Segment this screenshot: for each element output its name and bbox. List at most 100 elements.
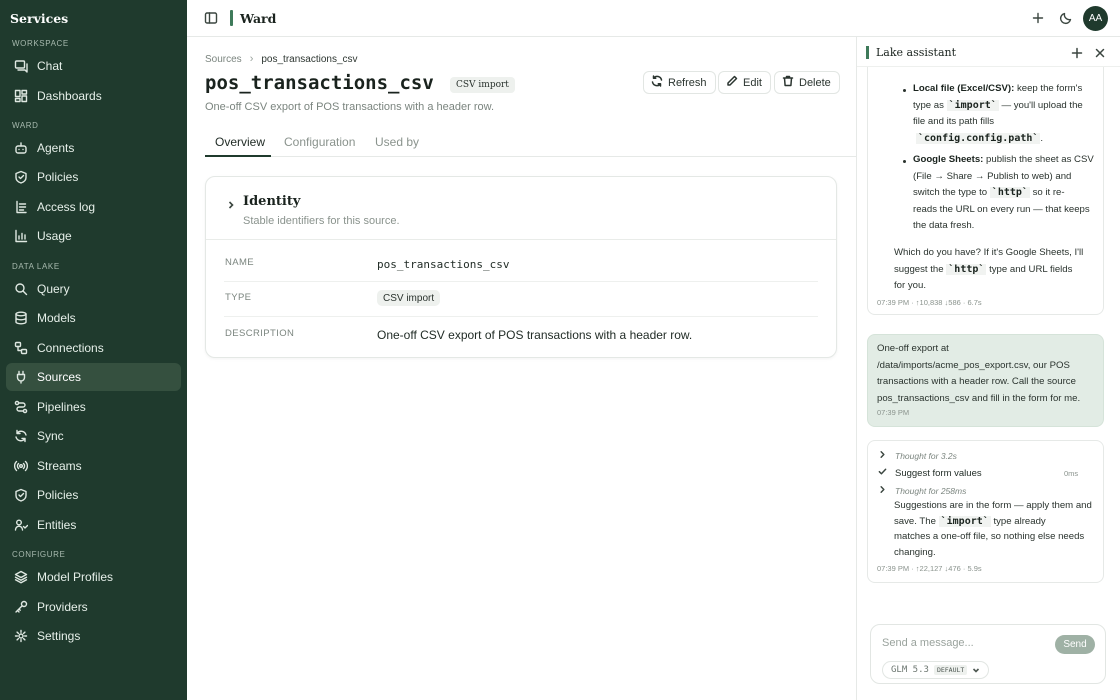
section-configure: CONFIGURE <box>12 550 66 559</box>
assistant-title: Lake assistant <box>876 46 957 59</box>
sidebar-item-model-profiles[interactable]: Model Profiles <box>6 563 181 591</box>
chat-icon <box>14 59 28 73</box>
refresh-button[interactable]: Refresh <box>643 71 716 94</box>
sidebar-item-streams[interactable]: Streams <box>6 452 181 480</box>
field-label: DESCRIPTION <box>225 328 295 339</box>
card-title[interactable]: Identity <box>243 194 300 209</box>
sidebar-item-label: Access log <box>37 200 96 214</box>
section-data-lake: DATA LAKE <box>12 262 60 271</box>
sidebar-item-connections[interactable]: Connections <box>6 334 181 362</box>
avatar[interactable]: AA <box>1083 6 1108 31</box>
edit-button[interactable]: Edit <box>718 71 771 94</box>
field-value: One-off CSV export of POS transactions w… <box>377 328 693 342</box>
tab-overview[interactable]: Overview <box>215 135 265 149</box>
sidebar-item-label: Policies <box>37 170 79 184</box>
sidebar-item-label: Chat <box>37 59 63 73</box>
workspace-title: Ward <box>240 11 277 26</box>
field-label: TYPE <box>225 292 252 303</box>
search-icon <box>14 282 28 296</box>
sidebar-item-entities[interactable]: Entities <box>6 511 181 539</box>
page-title: pos_transactions_csv <box>205 72 434 94</box>
send-button[interactable]: Send <box>1055 635 1095 654</box>
sidebar-item-dashboards[interactable]: Dashboards <box>6 82 181 110</box>
thought-step[interactable]: Thought for 258ms <box>878 485 966 496</box>
bar-chart-icon <box>14 229 28 243</box>
model-selector[interactable]: GLM 5.3 DEFAULT <box>882 661 990 679</box>
assistant-header: Lake assistant <box>857 37 1120 67</box>
sidebar-item-label: Agents <box>37 141 75 155</box>
sidebar-item-label: Sources <box>37 370 82 384</box>
chevron-right-icon: › <box>249 53 254 65</box>
moon-icon[interactable] <box>1059 11 1073 25</box>
sidebar-item-models[interactable]: Models <box>6 304 181 332</box>
chevron-right-icon[interactable] <box>226 197 236 209</box>
message-text: One-off export at /data/imports/acme_pos… <box>877 343 1081 404</box>
message-input[interactable] <box>882 634 1042 652</box>
breadcrumb-current: pos_transactions_csv <box>261 53 358 65</box>
sidebar-item-label: Usage <box>37 229 72 243</box>
sidebar-item-policies[interactable]: Policies <box>6 163 181 191</box>
thought-step[interactable]: Thought for 3.2s <box>878 450 957 461</box>
message-time: 07:39 PM <box>877 408 910 417</box>
message-text: Google Sheets: publish the sheet as CSV … <box>913 154 1094 231</box>
sidebar-item-agents[interactable]: Agents <box>6 134 181 162</box>
card-subtitle: Stable identifiers for this source. <box>243 215 400 227</box>
grid-icon <box>14 89 28 103</box>
tab-bar: Overview Configuration Used by <box>205 127 856 157</box>
sync-icon <box>14 429 28 443</box>
message-meta: 07:39 PM · ↑10,838 ↓586 · 6.7s <box>877 298 982 307</box>
sidebar-item-pipelines[interactable]: Pipelines <box>6 393 181 421</box>
sidebar-item-settings[interactable]: Settings <box>6 622 181 650</box>
sidebar-item-chat[interactable]: Chat <box>6 52 181 80</box>
refresh-icon <box>651 75 663 90</box>
sidebar-item-query[interactable]: Query <box>6 275 181 303</box>
type-badge: CSV import <box>450 77 515 93</box>
tab-used-by[interactable]: Used by <box>375 135 419 149</box>
breadcrumb-sources-link[interactable]: Sources <box>205 54 242 65</box>
main-content: Sources › pos_transactions_csv pos_trans… <box>187 37 856 700</box>
field-row-type: TYPE CSV import <box>224 282 818 317</box>
sidebar-item-label: Model Profiles <box>37 570 114 584</box>
sidebar-item-label: Entities <box>37 518 77 532</box>
section-ward: WARD <box>12 121 39 130</box>
sidebar-item-sources[interactable]: Sources <box>6 363 181 391</box>
sidebar-item-label: Pipelines <box>37 400 86 414</box>
shield-icon <box>14 488 28 502</box>
bullet-dot <box>903 89 906 92</box>
assistant-message: spreadsheet lives: Local file (Excel/CSV… <box>867 37 1104 315</box>
plus-icon[interactable] <box>1031 11 1045 25</box>
sidebar-item-sync[interactable]: Sync <box>6 422 181 450</box>
field-row-name: NAME pos_transactions_csv <box>224 247 818 282</box>
sidebar-item-label: Dashboards <box>37 89 102 103</box>
assistant-panel: Lake assistant spreadsheet lives: Local … <box>856 37 1120 700</box>
plus-icon[interactable] <box>1071 46 1083 59</box>
tool-step[interactable]: Suggest form values 0ms <box>878 467 1093 479</box>
type-pill: CSV import <box>377 290 441 306</box>
delete-button[interactable]: Delete <box>774 71 840 94</box>
model-default-tag: DEFAULT <box>933 665 968 675</box>
sidebar-item-label: Policies <box>37 488 79 502</box>
database-icon <box>14 311 28 325</box>
sidebar-item-usage[interactable]: Usage <box>6 222 181 250</box>
close-icon[interactable] <box>1094 46 1106 58</box>
chevron-right-icon <box>878 450 895 461</box>
refresh-label: Refresh <box>668 76 707 89</box>
sidebar-toggle-icon[interactable] <box>204 11 218 25</box>
tab-configuration[interactable]: Configuration <box>284 135 355 149</box>
sidebar-item-label: Models <box>37 311 76 325</box>
message-composer: Send GLM 5.3 DEFAULT <box>870 624 1106 684</box>
sidebar-item-access-log[interactable]: Access log <box>6 193 181 221</box>
sidebar-item-lake-policies[interactable]: Policies <box>6 481 181 509</box>
pencil-icon <box>726 75 738 90</box>
sidebar-item-label: Query <box>37 282 70 296</box>
chevron-right-icon <box>878 485 895 496</box>
broadcast-icon <box>14 459 28 473</box>
log-icon <box>14 200 28 214</box>
shield-icon <box>14 170 28 184</box>
message-text: Which do you have? If it's Google Sheets… <box>894 247 1084 291</box>
message-text: Suggestions are in the form — apply them… <box>894 500 1092 558</box>
key-icon <box>14 600 28 614</box>
sidebar-item-providers[interactable]: Providers <box>6 593 181 621</box>
edit-label: Edit <box>743 76 762 89</box>
identity-card: Identity Stable identifiers for this sou… <box>205 176 837 358</box>
